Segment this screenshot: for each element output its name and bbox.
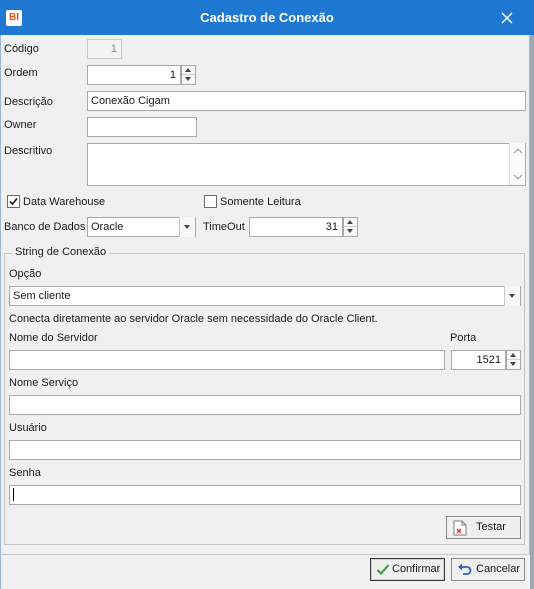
window-title: Cadastro de Conexão bbox=[200, 10, 334, 25]
background-window-edge bbox=[530, 35, 534, 589]
checkmark-icon bbox=[376, 563, 390, 579]
spin-down-icon[interactable] bbox=[507, 360, 520, 369]
banco-dados-chevron-down-icon[interactable] bbox=[179, 217, 195, 237]
spin-up-icon[interactable] bbox=[182, 66, 195, 75]
confirm-label: Confirmar bbox=[392, 563, 441, 575]
timeout-input[interactable]: 31 bbox=[249, 217, 343, 237]
senha-input[interactable] bbox=[9, 485, 521, 505]
senha-label: Senha bbox=[9, 467, 41, 479]
connection-info-text: Conecta diretamente ao servidor Oracle s… bbox=[9, 313, 378, 325]
spin-up-icon[interactable] bbox=[344, 218, 357, 227]
servidor-input[interactable] bbox=[9, 350, 445, 370]
owner-label: Owner bbox=[4, 119, 37, 131]
servico-input[interactable] bbox=[9, 395, 521, 415]
close-icon[interactable] bbox=[496, 7, 518, 29]
data-warehouse-checkbox[interactable] bbox=[7, 195, 20, 208]
timeout-spinner[interactable] bbox=[343, 217, 358, 237]
banco-dados-label: Banco de Dados bbox=[4, 221, 86, 233]
spin-down-icon[interactable] bbox=[344, 227, 357, 236]
ordem-label: Ordem bbox=[4, 67, 38, 79]
usuario-label: Usuário bbox=[9, 422, 47, 434]
somente-leitura-checkbox[interactable] bbox=[204, 195, 217, 208]
descritivo-scrollbar[interactable] bbox=[509, 143, 525, 185]
test-connection-icon bbox=[453, 520, 467, 539]
porta-spinner[interactable] bbox=[506, 350, 521, 370]
usuario-input[interactable] bbox=[9, 440, 521, 460]
somente-leitura-label[interactable]: Somente Leitura bbox=[220, 196, 301, 208]
ordem-input[interactable]: 1 bbox=[87, 65, 181, 85]
spin-down-icon[interactable] bbox=[182, 75, 195, 84]
descricao-label: Descrição bbox=[4, 96, 53, 108]
spin-up-icon[interactable] bbox=[507, 351, 520, 360]
porta-label: Porta bbox=[450, 332, 477, 344]
servico-label: Nome Serviço bbox=[9, 377, 79, 389]
timeout-label: TimeOut bbox=[203, 221, 245, 233]
porta-input[interactable]: 1521 bbox=[451, 350, 506, 370]
opcao-label: Opção bbox=[9, 268, 42, 280]
descricao-input[interactable]: Conexão Cigam bbox=[87, 91, 526, 111]
cancel-button[interactable]: Cancelar bbox=[451, 558, 525, 581]
opcao-chevron-down-icon[interactable] bbox=[504, 286, 520, 306]
servidor-label: Nome do Servidor bbox=[9, 332, 98, 344]
undo-icon bbox=[457, 563, 472, 579]
descritivo-textarea[interactable] bbox=[87, 143, 526, 186]
owner-input[interactable] bbox=[87, 117, 197, 137]
string-conexao-title: String de Conexão bbox=[12, 246, 110, 258]
testar-label: Testar bbox=[476, 521, 506, 533]
confirm-button[interactable]: Confirmar bbox=[370, 558, 445, 581]
descritivo-label: Descritivo bbox=[4, 145, 53, 157]
data-warehouse-label[interactable]: Data Warehouse bbox=[23, 196, 105, 208]
codigo-label: Código bbox=[4, 43, 39, 55]
testar-button[interactable]: Testar bbox=[446, 516, 521, 539]
text-caret bbox=[13, 488, 14, 501]
cancel-label: Cancelar bbox=[476, 563, 521, 575]
codigo-field: 1 bbox=[87, 39, 122, 59]
opcao-select[interactable]: Sem cliente bbox=[9, 286, 521, 306]
ordem-spinner[interactable] bbox=[181, 65, 196, 85]
